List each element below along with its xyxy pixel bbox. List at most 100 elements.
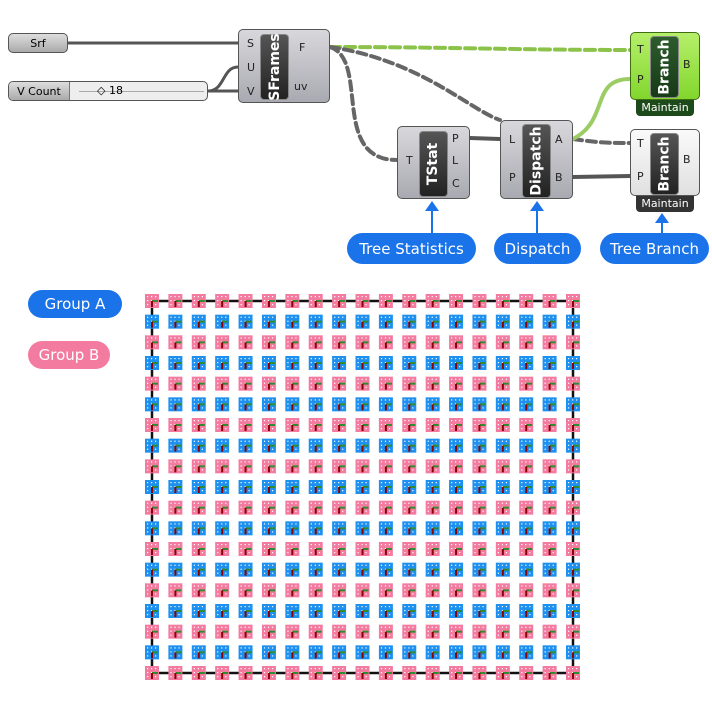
frame-cell-group-a [355, 604, 370, 618]
frame-cell-group-a [566, 562, 580, 577]
frame-cell-group-a [191, 604, 206, 618]
frame-cell-group-a [191, 480, 206, 494]
frame-cell-group-b [449, 624, 464, 639]
frame-cell-group-b [308, 583, 323, 598]
frame-cell-group-a [145, 645, 159, 660]
frame-cell-group-a [495, 314, 510, 329]
frame-cell-group-b [495, 459, 510, 474]
frame-cell-group-b [215, 666, 230, 680]
frame-cell-group-b [308, 376, 323, 391]
frame-cell-group-b [425, 335, 440, 350]
frame-cell-group-a [308, 562, 323, 577]
frame-cell-group-a [542, 314, 557, 329]
frame-cell-group-b [495, 500, 510, 515]
frame-cell-group-a [355, 645, 370, 660]
frame-cell-group-b [355, 376, 370, 391]
frame-cell-group-a [402, 438, 417, 453]
frame-cell-group-b [472, 376, 487, 391]
frame-cell-group-b [495, 294, 510, 308]
frame-cell-group-a [145, 480, 159, 494]
frame-cell-group-b [168, 583, 183, 598]
frame-cell-group-a [261, 480, 276, 494]
frame-cell-group-a [238, 604, 253, 618]
frame-cell-group-a [308, 438, 323, 453]
frame-cell-group-b [191, 459, 206, 474]
frame-cell-group-b [191, 624, 206, 639]
frame-cell-group-a [566, 397, 580, 412]
frame-cell-group-b [519, 294, 534, 308]
frame-cell-group-a [378, 314, 393, 329]
frame-cell-group-b [425, 500, 440, 515]
frame-cell-group-a [168, 521, 183, 536]
frame-cell-group-a [566, 521, 580, 536]
frame-cell-group-a [168, 397, 183, 412]
frame-cell-group-a [402, 562, 417, 577]
frame-cell-group-a [378, 562, 393, 577]
frame-cell-group-b [355, 418, 370, 432]
frame-cell-group-b [168, 542, 183, 556]
frame-cell-group-b [308, 624, 323, 639]
frame-cell-group-b [425, 624, 440, 639]
frame-cell-group-a [472, 438, 487, 453]
frame-cell-group-a [261, 521, 276, 536]
frame-cell-group-b [285, 666, 300, 680]
frame-cell-group-a [332, 397, 347, 412]
frame-cell-group-b [332, 376, 347, 391]
frame-cell-group-a [285, 314, 300, 329]
frame-cell-group-a [308, 604, 323, 618]
frame-cell-group-b [378, 666, 393, 680]
frame-cell-group-b [542, 418, 557, 432]
frame-cell-group-a [261, 562, 276, 577]
frame-cell-group-a [332, 562, 347, 577]
frame-cell-group-b [332, 294, 347, 308]
frame-cell-group-a [145, 562, 159, 577]
frame-cell-group-b [261, 624, 276, 639]
frame-cell-group-b [332, 459, 347, 474]
frame-cell-group-a [355, 562, 370, 577]
frame-cell-group-b [308, 294, 323, 308]
frame-cell-group-b [285, 624, 300, 639]
frame-cell-group-a [332, 521, 347, 536]
frame-cell-group-b [449, 459, 464, 474]
frame-cell-group-b [145, 666, 159, 680]
frame-cell-group-b [191, 294, 206, 308]
frame-cell-group-b [355, 500, 370, 515]
frame-cell-group-b [145, 294, 159, 308]
frame-cell-group-b [145, 376, 159, 391]
frame-cell-group-b [378, 294, 393, 308]
frame-cell-group-b [449, 335, 464, 350]
frame-cell-group-a [402, 521, 417, 536]
frame-cell-group-a [402, 604, 417, 618]
frame-cell-group-b [449, 294, 464, 308]
frame-cell-group-a [261, 438, 276, 453]
frame-cell-group-b [472, 583, 487, 598]
frame-cell-group-a [238, 314, 253, 329]
frame-cell-group-a [355, 438, 370, 453]
frame-cell-group-a [308, 356, 323, 370]
frame-cell-group-b [238, 418, 253, 432]
frame-cell-group-b [472, 542, 487, 556]
frame-cell-group-a [215, 562, 230, 577]
frame-cell-group-a [285, 645, 300, 660]
frame-cell-group-b [355, 542, 370, 556]
frame-cell-group-b [566, 376, 580, 391]
frame-cell-group-b [519, 542, 534, 556]
frame-cell-group-b [355, 583, 370, 598]
frame-cell-group-b [238, 335, 253, 350]
frame-cell-group-b [449, 500, 464, 515]
frame-cell-group-b [215, 459, 230, 474]
frame-cell-group-b [519, 624, 534, 639]
frame-cell-group-a [285, 438, 300, 453]
frame-cell-group-b [238, 294, 253, 308]
frame-cell-group-b [542, 459, 557, 474]
frame-cell-group-b [261, 666, 276, 680]
frame-cell-group-b [238, 500, 253, 515]
frame-cell-group-b [168, 376, 183, 391]
frame-cell-group-b [425, 459, 440, 474]
frame-cell-group-a [332, 480, 347, 494]
frame-cell-group-b [378, 418, 393, 432]
frame-cell-group-b [402, 459, 417, 474]
frame-cell-group-a [449, 562, 464, 577]
frame-cell-group-a [168, 356, 183, 370]
frame-cell-group-a [261, 645, 276, 660]
